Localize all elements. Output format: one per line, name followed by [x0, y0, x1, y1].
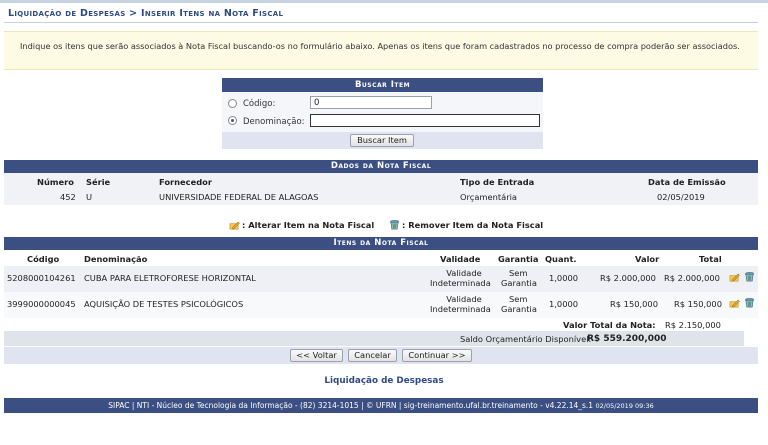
info-message: Indique os itens que serão associados à …	[4, 31, 758, 70]
liquidacao-link[interactable]: Liquidação de Despesas	[0, 376, 768, 386]
denominacao-radio[interactable]	[228, 116, 237, 125]
nf-header-data: Data de Emissão	[648, 177, 726, 187]
top-border	[0, 0, 768, 3]
itens-header-denominacao: Denominação	[84, 254, 148, 264]
page-title: Liquidação de Despesas > Inserir Itens n…	[8, 8, 284, 19]
nf-fornecedor: UNIVERSIDADE FEDERAL DE ALAGOAS	[159, 192, 319, 202]
nf-header-fornecedor: Fornecedor	[159, 177, 212, 187]
saldo-value: R$ 559.200,000	[587, 334, 667, 344]
itens-header-validade: Validade	[440, 254, 481, 264]
continuar-button[interactable]: Continuar >>	[402, 349, 472, 362]
item-validade-2: Indeterminada	[430, 304, 491, 314]
item-total: R$ 150,000	[674, 299, 722, 309]
item-denominacao: CUBA PARA ELETROFORESE HORIZONTAL	[84, 273, 256, 283]
voltar-button[interactable]: << Voltar	[290, 349, 343, 362]
item-garantia-1: Sem	[509, 268, 528, 278]
nf-header-tipo: Tipo de Entrada	[460, 177, 535, 187]
trash-icon[interactable]	[744, 297, 755, 308]
codigo-radio[interactable]	[228, 99, 237, 108]
itens-header-valor: Valor	[635, 254, 660, 264]
item-codigo: 5208000104261	[7, 273, 76, 283]
footer: SIPAC | NTI - Núcleo de Tecnologia da In…	[4, 398, 758, 413]
item-total: R$ 2.000,000	[664, 273, 720, 283]
legend-remover: : Remover Item da Nota Fiscal	[402, 220, 544, 230]
item-valor: R$ 150,000	[610, 299, 658, 309]
itens-table: Código Denominação Validade Garantia Qua…	[4, 250, 758, 346]
buscar-item-button[interactable]: Buscar Item	[350, 134, 414, 147]
item-codigo: 3999000000045	[7, 299, 76, 309]
item-garantia-2: Garantia	[501, 278, 537, 288]
pencil-folder-icon[interactable]	[729, 298, 740, 309]
pencil-folder-icon[interactable]	[729, 272, 740, 283]
nota-fiscal-table: Número Série Fornecedor Tipo de Entrada …	[4, 173, 758, 205]
saldo-label: Saldo Orçamentário Disponível:	[460, 334, 592, 344]
itens-header-garantia: Garantia	[498, 254, 539, 264]
search-form-body: Código: Denominação:	[222, 92, 543, 132]
nf-tipo: Orçamentária	[460, 192, 517, 202]
search-form-title: Buscar Item	[222, 78, 543, 92]
trash-icon[interactable]	[744, 271, 755, 282]
nf-serie: U	[86, 192, 93, 202]
nota-fiscal-title: Dados da Nota Fiscal	[4, 160, 758, 173]
item-validade-1: Validade	[446, 268, 482, 278]
item-validade-2: Indeterminada	[430, 278, 491, 288]
legend-alterar: : Alterar Item na Nota Fiscal	[242, 220, 375, 230]
title-divider	[4, 22, 758, 23]
footer-text: SIPAC | NTI - Núcleo de Tecnologia da In…	[108, 401, 594, 410]
nf-data: 02/05/2019	[657, 192, 705, 202]
itens-header-codigo: Código	[27, 254, 60, 264]
item-denominacao: AQUISIÇÃO DE TESTES PSICOLÓGICOS	[84, 299, 244, 309]
valor-total-label: Valor Total da Nota:	[563, 320, 656, 330]
trash-icon	[390, 220, 399, 230]
item-garantia-2: Garantia	[501, 304, 537, 314]
item-garantia-1: Sem	[509, 294, 528, 304]
itens-header-quant: Quant.	[545, 254, 577, 264]
valor-total-value: R$ 2.150,000	[665, 320, 721, 330]
itens-title: Itens da Nota Fiscal	[4, 237, 758, 250]
codigo-input[interactable]	[310, 96, 432, 109]
nf-numero: 452	[60, 192, 76, 202]
nf-header-numero: Número	[37, 177, 74, 187]
item-valor: R$ 2.000,000	[600, 273, 656, 283]
pencil-folder-icon	[229, 221, 240, 230]
search-form: Buscar Item Código: Denominação: Buscar …	[222, 78, 543, 149]
item-validade-1: Validade	[446, 294, 482, 304]
itens-header-total: Total	[699, 254, 722, 264]
nf-header-serie: Série	[86, 177, 111, 187]
footer-time: 02/05/2019 09:36	[595, 402, 654, 410]
item-quant: 1,0000	[549, 299, 579, 309]
denominacao-input[interactable]	[310, 114, 540, 127]
denominacao-label: Denominação:	[243, 117, 305, 127]
item-quant: 1,0000	[549, 273, 579, 283]
cancelar-button[interactable]: Cancelar	[348, 349, 397, 362]
codigo-label: Código:	[243, 99, 276, 109]
